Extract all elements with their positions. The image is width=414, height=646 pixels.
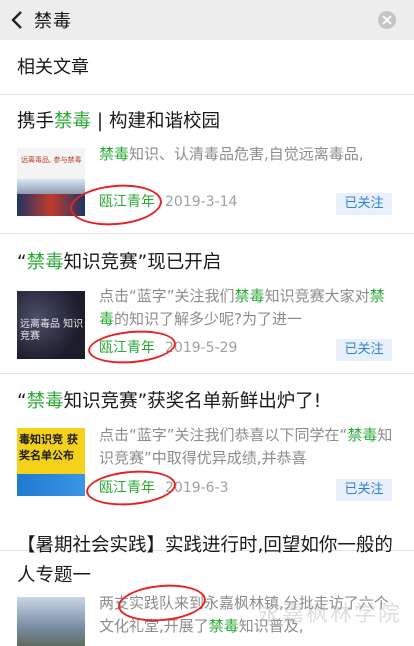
article-card[interactable]: 携手禁毒 | 构建和谐校园 远离毒品, 参与禁毒 禁毒知识、认清毒品危害,自觉远…: [0, 95, 414, 234]
close-icon: [382, 15, 392, 25]
article-meta: 瓯江青年 2019-6-3: [99, 478, 229, 498]
followed-badge[interactable]: 已关注: [336, 479, 392, 501]
publish-date: 2019-5-29: [165, 340, 238, 356]
article-snippet: 点击“蓝字”关注我们禁毒知识竞赛大家对禁毒的知识了解多少呢?为了进一: [99, 287, 385, 328]
followed-badge[interactable]: 已关注: [336, 193, 392, 215]
article-meta: 瓯江青年 2019-3-14: [99, 192, 237, 212]
source-name[interactable]: 瓯江青年: [99, 478, 155, 498]
article-title: “禁毒知识竞赛”现已开启: [17, 252, 222, 273]
article-title: 携手禁毒 | 构建和谐校园: [17, 111, 221, 132]
article-snippet: 禁毒知识、认清毒品危害,自觉远离毒品,: [99, 145, 364, 163]
section-title: 相关文章: [0, 40, 414, 95]
clear-search-button[interactable]: [378, 11, 396, 29]
article-thumbnail: 远离毒品, 参与禁毒: [17, 148, 85, 216]
article-title: 【暑期社会实践】实践进行时,回望如你一般的人专题一: [17, 535, 393, 586]
article-thumbnail: [17, 597, 85, 646]
search-input[interactable]: 禁毒: [34, 7, 378, 33]
article-meta: 瓯江青年 2019-5-29: [99, 338, 237, 358]
article-card[interactable]: “禁毒知识竞赛”现已开启 远离毒品 知识竞赛 点击“蓝字”关注我们禁毒知识竞赛大…: [0, 234, 414, 374]
publish-date: 2019-6-3: [165, 480, 229, 496]
source-name[interactable]: 瓯江青年: [99, 338, 155, 358]
watermark: 永嘉枫林学院: [257, 602, 402, 627]
publish-date: 2019-3-14: [165, 194, 238, 210]
back-arrow-icon: [11, 11, 22, 29]
top-bar: 禁毒: [0, 0, 414, 40]
article-title: “禁毒知识竞赛”获奖名单新鲜出炉了!: [17, 391, 322, 412]
article-snippet: 点击“蓝字”关注我们恭喜以下同学在“禁毒知识竞赛”中取得优异成绩,并恭喜: [99, 426, 393, 467]
article-thumbnail: 毒知识竞 获奖名单公布: [17, 428, 85, 496]
back-button[interactable]: [0, 0, 34, 40]
followed-badge[interactable]: 已关注: [336, 339, 392, 361]
results-panel: 相关文章 携手禁毒 | 构建和谐校园 远离毒品, 参与禁毒 禁毒知识、认清毒品危…: [0, 40, 414, 646]
source-name[interactable]: 瓯江青年: [99, 192, 155, 212]
article-thumbnail: 远离毒品 知识竞赛: [17, 291, 85, 359]
